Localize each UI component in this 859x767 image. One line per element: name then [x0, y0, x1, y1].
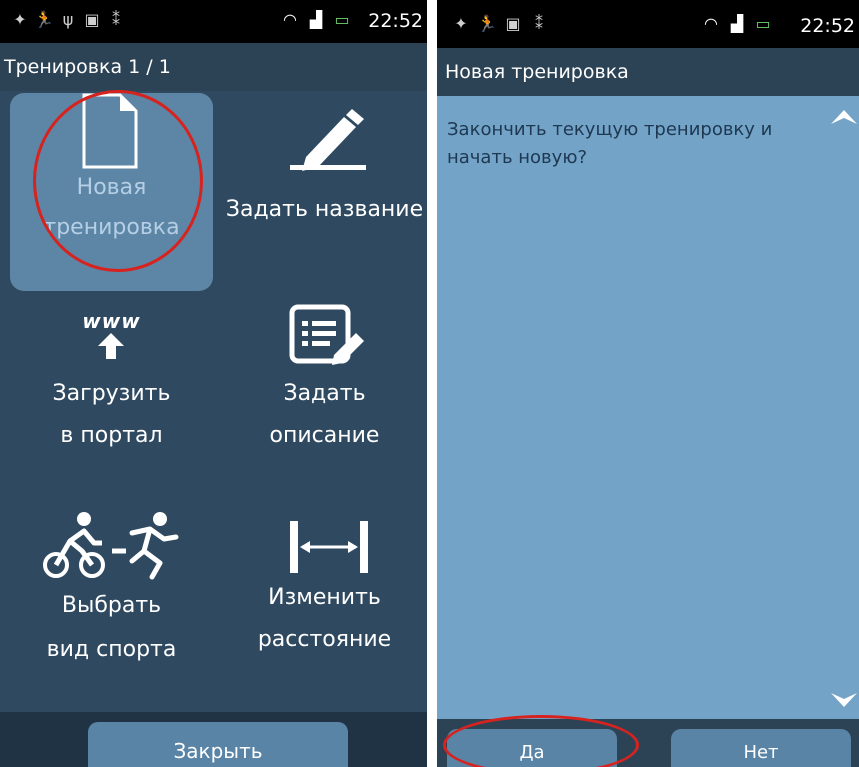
runner-status-icon: 🏃 — [34, 10, 54, 29]
new-training-dialog-screen: ✦ 🏃 ▣ ⁑ ◠ ▟ ▭ 22:52 Новая тренировка Зак… — [437, 0, 859, 767]
status-time: 22:52 — [800, 15, 855, 37]
tile-label-line1: Изменить — [268, 585, 381, 610]
bottom-bar: Закрыть — [0, 712, 427, 767]
scroll-down-icon[interactable] — [831, 693, 857, 709]
menu-grid: Новая тренировка Задать название www Заг… — [0, 90, 427, 712]
signal-icon: ▟ — [730, 14, 744, 33]
wifi-icon: ◠ — [283, 10, 297, 29]
distance-icon — [290, 521, 368, 573]
wifi-icon: ◠ — [704, 14, 718, 33]
dialog-title: Новая тренировка — [437, 48, 859, 96]
battery-icon: ▭ — [334, 10, 350, 29]
highlight-ring — [443, 715, 639, 767]
set-description-button[interactable]: Задать описание — [222, 303, 427, 499]
battery-icon: ▭ — [755, 14, 771, 33]
tile-label-line2: в портал — [60, 423, 163, 448]
tile-label-line2: расстояние — [257, 627, 392, 652]
no-button[interactable]: Нет — [671, 729, 851, 767]
page-title: Тренировка 1 / 1 — [0, 43, 427, 91]
tile-label-line1: Выбрать — [61, 593, 162, 618]
set-name-button[interactable]: Задать название — [222, 93, 427, 291]
dialog-body: Закончить текущую тренировку и начать но… — [437, 96, 859, 719]
training-menu-screen: ✦ 🏃 ψ ▣ ⁑ ◠ ▟ ▭ 22:52 Тренировка 1 / 1 Н… — [0, 0, 427, 767]
satellite-icon: ✦ — [454, 14, 468, 33]
scroll-up-icon[interactable] — [831, 108, 857, 124]
sim-icon: ⁑ — [112, 10, 120, 29]
highlight-ring — [33, 90, 203, 272]
status-bar: ✦ 🏃 ▣ ⁑ ◠ ▟ ▭ 22:52 — [437, 0, 859, 48]
gallery-icon: ▣ — [505, 14, 521, 33]
upload-portal-button[interactable]: www Загрузить в портал — [10, 303, 213, 499]
tile-label-line2: вид спорта — [46, 637, 177, 662]
satellite-icon: ✦ — [13, 10, 27, 29]
choose-sport-button[interactable]: Выбрать вид спорта — [10, 507, 213, 703]
dialog-buttons: Да Нет — [437, 715, 859, 767]
close-button[interactable]: Закрыть — [88, 722, 348, 767]
tile-label-line1: Задать — [283, 381, 366, 406]
sim-icon: ⁑ — [535, 14, 543, 33]
runner-status-icon: 🏃 — [477, 14, 497, 33]
usb-icon: ψ — [62, 10, 74, 29]
dialog-message: Закончить текущую тренировку и начать но… — [447, 119, 773, 168]
description-icon — [289, 304, 364, 365]
status-time: 22:52 — [368, 10, 423, 32]
signal-icon: ▟ — [309, 10, 323, 29]
pencil-icon — [290, 109, 366, 171]
tile-label-line1: Загрузить — [52, 381, 171, 406]
status-bar: ✦ 🏃 ψ ▣ ⁑ ◠ ▟ ▭ 22:52 — [0, 0, 427, 43]
gallery-icon: ▣ — [84, 10, 100, 29]
bike-run-icon — [43, 512, 179, 580]
upload-arrow-icon — [98, 333, 124, 359]
tile-label-line1: Задать название — [225, 197, 424, 222]
www-label: www — [82, 309, 141, 333]
tile-label-line2: описание — [269, 423, 380, 448]
change-distance-button[interactable]: Изменить расстояние — [222, 507, 427, 703]
